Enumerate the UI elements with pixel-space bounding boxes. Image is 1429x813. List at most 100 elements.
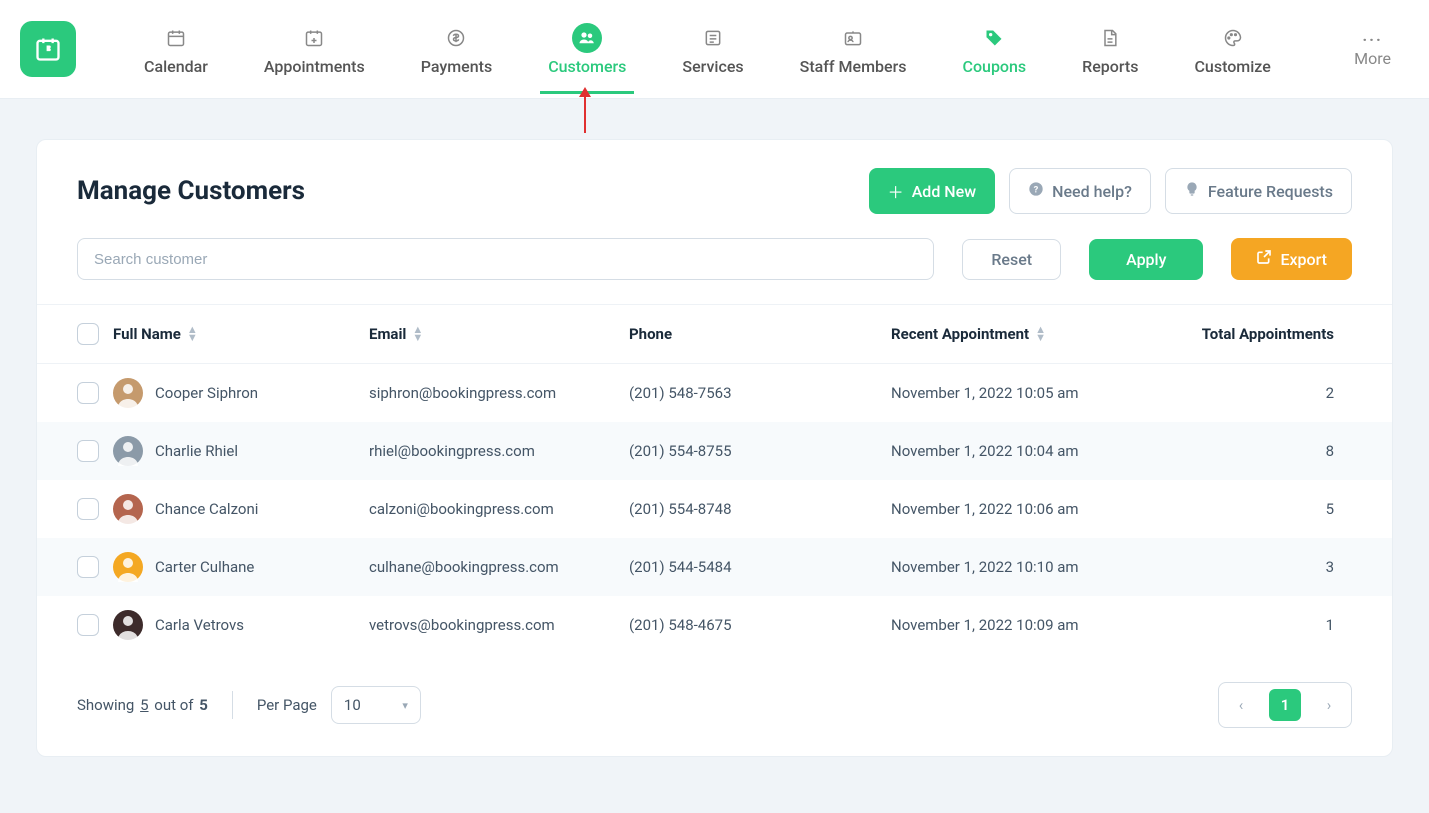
- avatar: [113, 378, 143, 408]
- sort-icon: ▲▼: [187, 326, 198, 342]
- add-new-button[interactable]: ＋ Add New: [869, 168, 995, 214]
- table-row[interactable]: Charlie Rhiel rhiel@bookingpress.com(201)…: [37, 422, 1392, 480]
- nav-items-container: Calendar Appointments Payments Customers Ser…: [116, 0, 1336, 98]
- pagination: ‹ 1 ›: [1218, 682, 1352, 728]
- column-full-name[interactable]: Full Name ▲▼: [99, 325, 369, 343]
- avatar: [113, 610, 143, 640]
- nav-label: Staff Members: [800, 57, 907, 76]
- customer-name: Charlie Rhiel: [155, 442, 238, 460]
- customer-name: Carter Culhane: [155, 558, 254, 576]
- feature-requests-button[interactable]: Feature Requests: [1165, 168, 1352, 214]
- customers-card: Manage Customers ＋ Add New ? Need help?: [36, 139, 1393, 757]
- nav-more-label: More: [1354, 49, 1391, 68]
- per-page-select[interactable]: 10 ▾: [331, 686, 421, 724]
- nav-item-coupons[interactable]: Coupons: [935, 0, 1055, 98]
- table-row[interactable]: Carla Vetrovsvetrovs@bookingpress.com(20…: [37, 596, 1392, 654]
- export-icon: [1256, 249, 1272, 269]
- page-current[interactable]: 1: [1269, 689, 1301, 721]
- table-body: Cooper Siphron siphron@bookingpress.com (2…: [37, 364, 1392, 654]
- customer-total: 5: [1151, 500, 1352, 518]
- list-icon: [698, 23, 728, 53]
- table-row[interactable]: Chance Calzonicalzoni@bookingpress.com(2…: [37, 480, 1392, 538]
- more-dots-icon: ···: [1362, 30, 1382, 49]
- customer-email: vetrovs@bookingpress.com: [369, 616, 629, 634]
- export-button[interactable]: Export: [1231, 238, 1352, 280]
- id-icon: [838, 23, 868, 53]
- row-checkbox[interactable]: [77, 498, 99, 520]
- divider: [232, 691, 233, 719]
- chevron-down-icon: ▾: [402, 699, 408, 712]
- table-row[interactable]: Cooper Siphronsiphron@bookingpress.com(2…: [37, 364, 1392, 422]
- tag-icon: [979, 23, 1009, 53]
- calendar-icon: [161, 23, 191, 53]
- customer-phone: (201) 554-8755: [629, 442, 891, 460]
- table-row[interactable]: Carter Culhane culhane@bookingpress.com(2…: [37, 538, 1392, 596]
- svg-text:?: ?: [1034, 184, 1039, 195]
- apply-button[interactable]: Apply: [1089, 239, 1203, 280]
- row-checkbox[interactable]: [77, 556, 99, 578]
- per-page-value: 10: [344, 696, 361, 714]
- customer-email: siphron@bookingpress.com: [369, 384, 629, 402]
- customer-name: Carla Vetrovs: [155, 616, 244, 634]
- customer-phone: (201) 544-5484: [629, 558, 891, 576]
- page-prev[interactable]: ‹: [1219, 683, 1263, 727]
- nav-item-calendar[interactable]: Calendar: [116, 0, 236, 98]
- column-phone: Phone: [629, 325, 891, 343]
- nav-item-appointments[interactable]: Appointments: [236, 0, 393, 98]
- search-input[interactable]: [77, 238, 934, 280]
- help-icon: ?: [1028, 181, 1044, 201]
- nav-label: Appointments: [264, 57, 365, 76]
- customer-total: 2: [1151, 384, 1352, 402]
- customer-total: 3: [1151, 558, 1352, 576]
- page-next[interactable]: ›: [1307, 683, 1351, 727]
- nav-item-reports[interactable]: Reports: [1054, 0, 1166, 98]
- need-help-label: Need help?: [1052, 182, 1132, 201]
- page-title: Manage Customers: [77, 176, 305, 206]
- customer-total: 1: [1151, 616, 1352, 634]
- nav-label: Payments: [421, 57, 492, 76]
- table-header: Full Name ▲▼ Email ▲▼ Phone Recent Appoi…: [37, 304, 1392, 364]
- users-icon: [572, 23, 602, 53]
- customer-email: culhane@bookingpress.com: [369, 558, 629, 576]
- reset-button[interactable]: Reset: [962, 239, 1061, 280]
- need-help-button[interactable]: ? Need help?: [1009, 168, 1151, 214]
- doc-icon: [1095, 23, 1125, 53]
- nav-item-services[interactable]: Services: [654, 0, 771, 98]
- customer-total: 8: [1151, 442, 1352, 460]
- column-total: Total Appointments: [1151, 325, 1352, 343]
- nav-label: Customize: [1194, 57, 1270, 76]
- export-label: Export: [1280, 250, 1327, 269]
- customer-name: Chance Calzoni: [155, 500, 258, 518]
- annotation-arrow: [584, 95, 586, 133]
- feature-requests-label: Feature Requests: [1208, 182, 1333, 201]
- select-all-checkbox[interactable]: [77, 323, 99, 345]
- customer-recent: November 1, 2022 10:06 am: [891, 500, 1151, 518]
- top-navigation: Calendar Appointments Payments Customers Ser…: [0, 0, 1429, 99]
- calendar-plus-icon: [299, 23, 329, 53]
- plus-icon: ＋: [888, 179, 904, 203]
- avatar: [113, 494, 143, 524]
- customer-phone: (201) 554-8748: [629, 500, 891, 518]
- customer-email: rhiel@bookingpress.com: [369, 442, 629, 460]
- nav-item-customers[interactable]: Customers: [520, 0, 654, 98]
- column-email[interactable]: Email ▲▼: [369, 325, 629, 343]
- nav-label: Reports: [1082, 57, 1138, 76]
- row-checkbox[interactable]: [77, 382, 99, 404]
- nav-item-payments[interactable]: Payments: [393, 0, 520, 98]
- nav-label: Customers: [548, 57, 626, 76]
- nav-item-customize[interactable]: Customize: [1166, 0, 1298, 98]
- customer-name: Cooper Siphron: [155, 384, 258, 402]
- column-recent[interactable]: Recent Appointment ▲▼: [891, 325, 1151, 343]
- nav-more[interactable]: ··· More: [1336, 30, 1409, 68]
- reset-label: Reset: [991, 250, 1032, 269]
- row-checkbox[interactable]: [77, 614, 99, 636]
- bulb-icon: [1184, 181, 1200, 201]
- app-logo[interactable]: [20, 21, 76, 77]
- sort-icon: ▲▼: [412, 326, 423, 342]
- palette-icon: [1218, 23, 1248, 53]
- nav-item-staff-members[interactable]: Staff Members: [772, 0, 935, 98]
- nav-label: Calendar: [144, 57, 208, 76]
- avatar: [113, 552, 143, 582]
- row-checkbox[interactable]: [77, 440, 99, 462]
- nav-label: Services: [682, 57, 743, 76]
